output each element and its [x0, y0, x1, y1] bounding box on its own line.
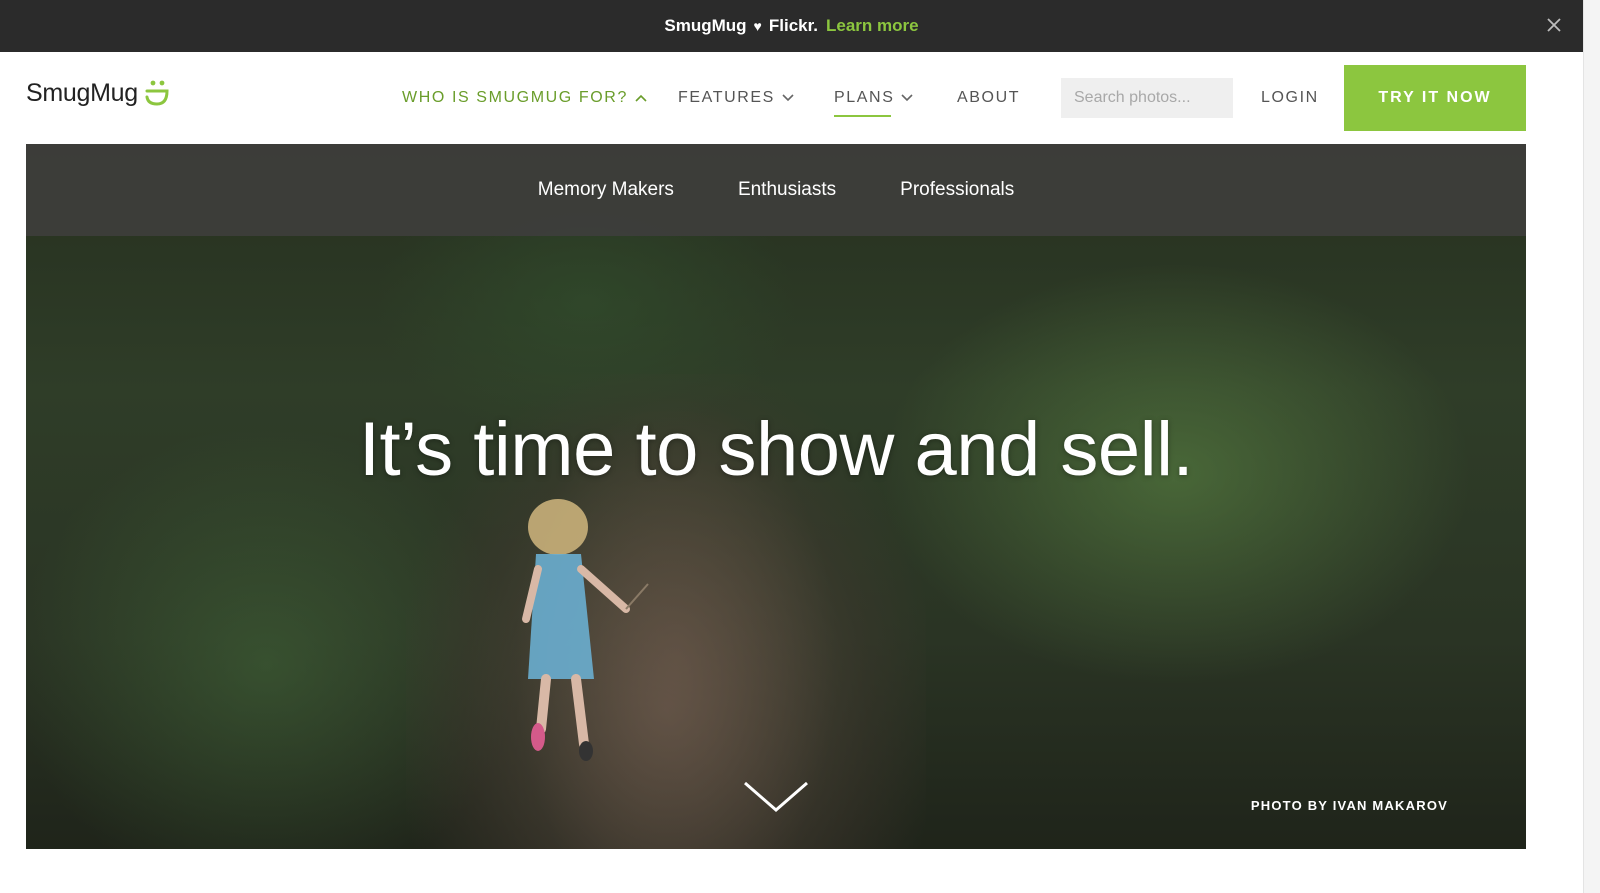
nav-about[interactable]: ABOUT: [957, 89, 1020, 107]
chevron-up-icon: [635, 94, 647, 102]
subnav-memory-makers[interactable]: Memory Makers: [538, 179, 674, 201]
nav-features[interactable]: FEATURES: [678, 89, 794, 107]
photo-credit: PHOTO BY IVAN MAKAROV: [1250, 798, 1448, 813]
login-link[interactable]: LOGIN: [1261, 89, 1319, 107]
announcement-brand-flickr: Flickr.: [768, 16, 818, 35]
site-header: SmugMug WHO IS SMUGMUG FOR? FEATURES PLA…: [0, 52, 1583, 144]
subnav-enthusiasts[interactable]: Enthusiasts: [738, 179, 836, 201]
search-input[interactable]: [1061, 78, 1233, 118]
announcement-brand-smugmug: SmugMug: [664, 16, 747, 35]
smugmug-logo[interactable]: SmugMug: [26, 78, 170, 108]
nav-label: ABOUT: [957, 89, 1021, 106]
nav-label: WHO IS SMUGMUG FOR?: [402, 89, 628, 106]
scrollbar[interactable]: [1583, 0, 1600, 893]
try-it-now-button[interactable]: TRY IT NOW: [1344, 65, 1526, 131]
nav-label: FEATURES: [678, 89, 775, 106]
smugmug-logo-icon: [145, 80, 169, 106]
logo-text: SmugMug: [26, 78, 138, 107]
nav-label: PLANS: [834, 89, 895, 106]
subnav-professionals[interactable]: Professionals: [900, 179, 1014, 201]
nav-plans[interactable]: PLANS: [834, 89, 914, 117]
chevron-down-icon: [901, 94, 914, 102]
scroll-down-chevron-icon[interactable]: [743, 780, 809, 814]
page: SmugMug ♥ Flickr. Learn more SmugMug WHO…: [0, 0, 1600, 893]
hero-girl-figure: [522, 499, 649, 761]
chevron-down-icon: [782, 94, 794, 102]
learn-more-link[interactable]: Learn more: [826, 16, 919, 36]
nav-who-is-smugmug-for[interactable]: WHO IS SMUGMUG FOR?: [402, 89, 647, 107]
close-icon[interactable]: [1543, 14, 1565, 36]
hero-image: Memory Makers Enthusiasts Professionals …: [26, 144, 1526, 849]
hero-headline: It’s time to show and sell.: [358, 407, 1194, 492]
announcement-bar: SmugMug ♥ Flickr. Learn more: [0, 0, 1583, 52]
heart-icon: ♥: [753, 18, 762, 34]
audience-subnav: Memory Makers Enthusiasts Professionals: [26, 144, 1526, 236]
